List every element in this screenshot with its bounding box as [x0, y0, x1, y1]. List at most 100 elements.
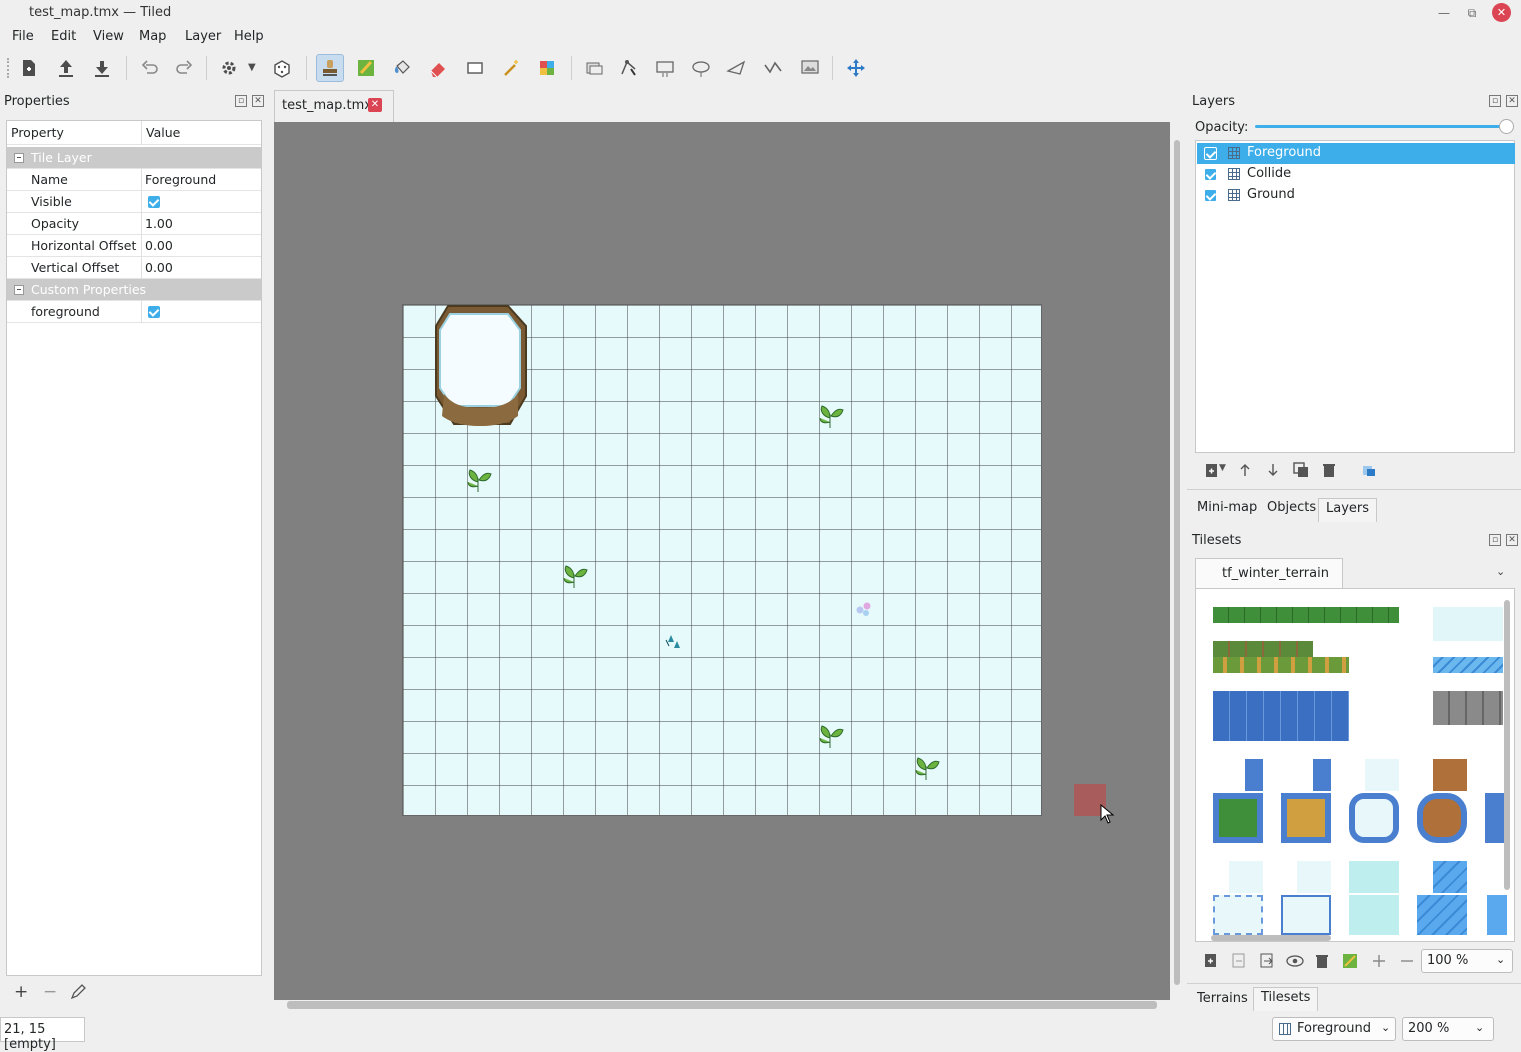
new-tileset-icon[interactable] [1201, 951, 1221, 971]
duplicate-layer-icon[interactable] [1291, 460, 1311, 480]
open-icon[interactable] [52, 54, 80, 82]
tile-ice-light[interactable] [1349, 861, 1399, 893]
opacity-slider[interactable] [1255, 125, 1507, 128]
float-panel-icon[interactable]: ▫ [1489, 534, 1501, 546]
property-row-visible[interactable]: Visible [7, 191, 261, 213]
stamp-brush-icon[interactable] [316, 54, 344, 82]
property-row-name[interactable]: Name Foreground [7, 169, 261, 191]
close-panel-icon[interactable]: ✕ [1506, 95, 1518, 107]
commands-icon[interactable] [216, 54, 244, 82]
delete-layer-icon[interactable] [1319, 460, 1339, 480]
terrain-brush-icon[interactable] [352, 54, 380, 82]
zoom-out-icon[interactable] [1397, 951, 1417, 971]
tileset-horizontal-scrollbar[interactable] [1211, 935, 1331, 941]
tile-snow[interactable] [1365, 759, 1399, 791]
property-value[interactable]: 0.00 [145, 238, 173, 253]
visible-checkbox[interactable] [148, 196, 160, 208]
tileset-view[interactable] [1195, 588, 1515, 942]
tile-ice[interactable] [1487, 895, 1507, 935]
random-mode-icon[interactable] [268, 54, 296, 82]
canvas-horizontal-scrollbar[interactable] [287, 1001, 1157, 1009]
insert-polygon-icon[interactable] [722, 54, 750, 82]
edit-polygons-icon[interactable] [615, 54, 643, 82]
tile-snow-edge[interactable] [1213, 895, 1263, 935]
close-panel-icon[interactable]: ✕ [252, 95, 264, 107]
tile-snow[interactable] [1229, 861, 1263, 893]
save-icon[interactable] [88, 54, 116, 82]
float-panel-icon[interactable]: ▫ [235, 95, 247, 107]
tile-strip-flowers[interactable] [1213, 641, 1313, 657]
delete-tileset-icon[interactable] [1312, 951, 1332, 971]
menu-map[interactable]: Map [139, 29, 166, 44]
tile-snow-water[interactable] [1349, 793, 1399, 843]
tile-water[interactable] [1245, 759, 1263, 791]
insert-polyline-icon[interactable] [759, 54, 787, 82]
tile-snow[interactable] [1297, 861, 1331, 893]
layer-visible-checkbox[interactable] [1204, 147, 1217, 160]
tile-block-water[interactable] [1213, 691, 1349, 741]
rename-property-icon[interactable] [70, 984, 86, 1004]
highlight-layer-icon[interactable] [1359, 460, 1379, 480]
property-row-vertical-offset[interactable]: Vertical Offset 0.00 [7, 257, 261, 279]
tab-tilesets[interactable]: Tilesets [1253, 987, 1319, 1011]
new-map-icon[interactable] [15, 54, 43, 82]
rectangle-select-icon[interactable] [461, 54, 489, 82]
add-property-button[interactable]: + [14, 982, 28, 1002]
float-panel-icon[interactable]: ▫ [1489, 95, 1501, 107]
property-value[interactable]: 1.00 [145, 216, 173, 231]
tile-ice[interactable] [1433, 861, 1467, 893]
tile-dirt[interactable] [1433, 759, 1467, 791]
tab-terrains[interactable]: Terrains [1190, 989, 1255, 1013]
bucket-fill-icon[interactable] [388, 54, 416, 82]
menu-view[interactable]: View [93, 29, 124, 44]
collapse-icon[interactable] [14, 153, 24, 163]
magic-wand-icon[interactable] [497, 54, 525, 82]
lower-layer-icon[interactable] [1263, 460, 1283, 480]
menu-edit[interactable]: Edit [51, 29, 76, 44]
collapse-icon[interactable] [14, 285, 24, 295]
chevron-down-icon[interactable]: ▼ [248, 62, 256, 73]
close-panel-icon[interactable]: ✕ [1506, 534, 1518, 546]
redo-icon[interactable] [170, 54, 198, 82]
tile-water-grass[interactable] [1213, 793, 1263, 843]
tile-strip-ice[interactable] [1433, 657, 1503, 673]
property-row-foreground[interactable]: foreground [7, 301, 261, 323]
tab-mini-map[interactable]: Mini-map [1190, 498, 1264, 522]
select-objects-icon[interactable] [580, 54, 608, 82]
insert-ellipse-icon[interactable] [687, 54, 715, 82]
tileset-vertical-scrollbar[interactable] [1504, 600, 1510, 890]
canvas-vertical-scrollbar[interactable] [1174, 140, 1180, 985]
property-value[interactable]: Foreground [145, 172, 216, 187]
menu-layer[interactable]: Layer [185, 29, 221, 44]
chevron-down-icon[interactable]: ▼ [1219, 463, 1226, 473]
tile-water[interactable] [1313, 759, 1331, 791]
move-objects-icon[interactable] [842, 54, 870, 82]
layer-visible-checkbox[interactable] [1204, 189, 1217, 202]
embed-tileset-icon[interactable] [1229, 951, 1249, 971]
eraser-icon[interactable] [424, 54, 452, 82]
zoom-in-icon[interactable] [1369, 951, 1389, 971]
tile-snow-edge[interactable] [1281, 895, 1331, 935]
restore-icon[interactable]: ⧉ [1463, 4, 1481, 22]
tile-strip-grass[interactable] [1213, 607, 1399, 623]
tile-ice[interactable] [1417, 895, 1467, 935]
layer-row-collide[interactable]: Collide [1197, 164, 1515, 185]
tile-water-sand[interactable] [1281, 793, 1331, 843]
insert-tile-icon[interactable] [796, 54, 824, 82]
layer-row-ground[interactable]: Ground [1197, 185, 1515, 206]
tileset-menu-chevron-icon[interactable]: ⌄ [1496, 565, 1505, 578]
select-same-tile-icon[interactable] [533, 54, 561, 82]
map-zoom-select[interactable]: 200 % ⌄ [1402, 1017, 1494, 1041]
tile-water[interactable] [1485, 793, 1505, 843]
tab-layers[interactable]: Layers [1318, 498, 1378, 522]
tab-objects[interactable]: Objects [1260, 498, 1323, 522]
property-row-horizontal-offset[interactable]: Horizontal Offset 0.00 [7, 235, 261, 257]
tile-block-stone[interactable] [1433, 691, 1503, 725]
close-tab-icon[interactable]: ✕ [368, 98, 382, 112]
remove-property-button[interactable]: − [43, 982, 57, 1002]
edit-terrain-icon[interactable] [1340, 951, 1360, 971]
tile-dirt-water[interactable] [1417, 793, 1467, 843]
group-tile-layer[interactable]: Tile Layer [7, 147, 261, 169]
group-custom-properties[interactable]: Custom Properties [7, 279, 261, 301]
foreground-checkbox[interactable] [148, 306, 160, 318]
